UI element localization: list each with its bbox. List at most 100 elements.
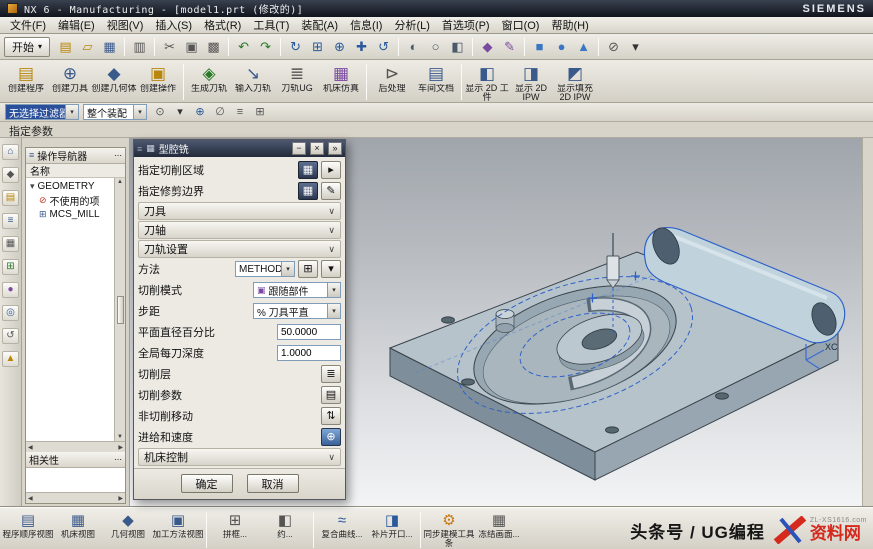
dialog-title-bar[interactable]: ≡ ▦ 型腔铣 − × » bbox=[134, 140, 345, 157]
edit-method-button[interactable]: ▾ bbox=[321, 260, 341, 278]
scroll-up-icon[interactable]: ▲ bbox=[117, 179, 123, 185]
hd3d-tools-button[interactable]: ● bbox=[2, 282, 19, 298]
constraint-button[interactable]: ◧约... bbox=[260, 510, 310, 548]
machine-simulation-button[interactable]: ▦机床仿真 bbox=[319, 62, 363, 103]
cutting-parameters-button[interactable]: ▤ bbox=[321, 386, 341, 404]
combo-arrow-icon[interactable]: ▾ bbox=[327, 283, 340, 297]
drag-handle-icon[interactable]: ≡ bbox=[137, 144, 142, 154]
pan-button[interactable]: ✚ bbox=[351, 36, 372, 57]
cut-levels-button[interactable]: ≣ bbox=[321, 365, 341, 383]
more-icon[interactable]: ⋯ bbox=[114, 455, 122, 464]
feeds-speeds-button[interactable]: ⊕ bbox=[321, 428, 341, 446]
synchronous-modeling-button[interactable]: ⚙同步建模工具条 bbox=[424, 510, 474, 548]
machine-control-section-header[interactable]: 机床控制 ∨ bbox=[138, 448, 341, 466]
combo-arrow-icon[interactable]: ▾ bbox=[65, 105, 78, 119]
combo-arrow-icon[interactable]: ▾ bbox=[133, 105, 146, 119]
close-icon[interactable]: × bbox=[310, 142, 324, 155]
menu-item-9[interactable]: 分析(L) bbox=[388, 16, 435, 34]
extrude-button[interactable]: ■ bbox=[529, 36, 550, 57]
method-combo[interactable]: METHOD ▾ bbox=[235, 261, 295, 277]
hide-button[interactable]: ⊘ bbox=[603, 36, 624, 57]
shaded-button[interactable]: ◐ bbox=[403, 36, 424, 57]
vertical-scrollbar[interactable]: ▲ ▼ bbox=[114, 178, 125, 441]
show-filled-2d-ipw-button[interactable]: ◩显示填充 2D IPW bbox=[553, 62, 597, 103]
menu-item-3[interactable]: 视图(V) bbox=[101, 16, 150, 34]
menu-item-1[interactable]: 文件(F) bbox=[4, 16, 52, 34]
select-trim-boundary-button[interactable]: ▦ bbox=[298, 182, 318, 200]
input-toolpath-button[interactable]: ↘输入刀轨 bbox=[231, 62, 275, 103]
assembly-navigator-button[interactable]: ⌂ bbox=[2, 144, 19, 160]
combo-arrow-icon[interactable]: ▾ bbox=[327, 304, 340, 318]
cut-pattern-combo[interactable]: ▣ 跟随部件 ▾ bbox=[253, 282, 341, 298]
menu-item-11[interactable]: 窗口(O) bbox=[496, 16, 546, 34]
more-icon[interactable]: ⋯ bbox=[114, 151, 122, 160]
scrollbar-thumb[interactable] bbox=[117, 296, 124, 324]
menu-item-10[interactable]: 首选项(P) bbox=[436, 16, 496, 34]
create-operation-button[interactable]: ▣创建操作 bbox=[136, 62, 180, 103]
combo-arrow-icon[interactable]: ▾ bbox=[281, 262, 294, 276]
geometry-node[interactable]: ▾GEOMETRY bbox=[26, 179, 114, 193]
grid-button[interactable]: ⊞ bbox=[251, 104, 269, 120]
path-settings-section-header[interactable]: 刀轨设置 ∨ bbox=[138, 240, 341, 258]
geometry-view-button[interactable]: ◆几何视图 bbox=[103, 510, 153, 548]
magnify-button[interactable]: ⊕ bbox=[191, 104, 209, 120]
menu-item-5[interactable]: 格式(R) bbox=[198, 16, 247, 34]
constraint-navigator-button[interactable]: ◆ bbox=[2, 167, 19, 183]
scroll-right-icon[interactable]: ▶ bbox=[118, 495, 123, 502]
part-navigator-button[interactable]: ▤ bbox=[2, 190, 19, 206]
stepover-combo[interactable]: % 刀具平直 ▾ bbox=[253, 303, 341, 319]
dependencies-header[interactable]: 相关性 ⋯ bbox=[26, 452, 125, 468]
create-geometry-button[interactable]: ◆创建几何体 bbox=[92, 62, 136, 103]
frame-button[interactable]: ⊞拼框... bbox=[210, 510, 260, 548]
menu-item-7[interactable]: 装配(A) bbox=[295, 16, 344, 34]
measure-button[interactable]: ∅ bbox=[211, 104, 229, 120]
composite-curve-button[interactable]: ≈复合曲线... bbox=[317, 510, 367, 548]
horizontal-scrollbar[interactable]: ◀ ▶ bbox=[26, 492, 125, 503]
reuse-library-button[interactable]: ⊞ bbox=[2, 259, 19, 275]
menu-item-8[interactable]: 信息(I) bbox=[344, 16, 388, 34]
operation-navigator-button[interactable]: ≡ bbox=[2, 213, 19, 229]
open-button[interactable]: ▱ bbox=[77, 36, 98, 57]
create-tool-button[interactable]: ⊕创建刀具 bbox=[48, 62, 92, 103]
scroll-down-icon[interactable]: ▼ bbox=[117, 434, 123, 440]
show-2d-workpiece-button[interactable]: ◧显示 2D 工件 bbox=[465, 62, 509, 103]
mcs-mill-node[interactable]: ⊞MCS_MILL bbox=[26, 207, 114, 221]
scroll-left-icon[interactable]: ◀ bbox=[28, 444, 33, 451]
selection-scope-combo[interactable]: 整个装配 ▾ bbox=[83, 104, 147, 120]
redo-button[interactable]: ↷ bbox=[255, 36, 276, 57]
list-toolpath-button[interactable]: ≣刀轨UG bbox=[275, 62, 319, 103]
layers-button[interactable]: ≡ bbox=[231, 104, 249, 120]
cut-button[interactable]: ✂ bbox=[159, 36, 180, 57]
unused-items-node[interactable]: ⊘不使用的项 bbox=[26, 193, 114, 207]
rotate-view-button[interactable]: ↺ bbox=[373, 36, 394, 57]
select-cut-area-button[interactable]: ▦ bbox=[298, 161, 318, 179]
cone-button[interactable]: ▲ bbox=[573, 36, 594, 57]
start-button[interactable]: 开始 ▾ bbox=[4, 37, 50, 57]
machine-navigator-button[interactable]: ▦ bbox=[2, 236, 19, 252]
minimize-button[interactable]: − bbox=[292, 142, 306, 155]
tool-axis-section-header[interactable]: 刀轴 ∨ bbox=[138, 221, 341, 239]
detach-button[interactable]: » bbox=[328, 142, 342, 155]
datum-button[interactable]: ◆ bbox=[477, 36, 498, 57]
edit-trim-boundary-button[interactable]: ✎ bbox=[321, 182, 341, 200]
snap-point-button[interactable]: ⊙ bbox=[151, 104, 169, 120]
wireframe-button[interactable]: ○ bbox=[425, 36, 446, 57]
machining-method-view-button[interactable]: ▣加工方法视图 bbox=[153, 510, 203, 548]
horizontal-scrollbar[interactable]: ◀ ▶ bbox=[26, 441, 125, 452]
postprocess-button[interactable]: ⊳后处理 bbox=[370, 62, 414, 103]
ok-button[interactable]: 确定 bbox=[181, 474, 233, 493]
new-button[interactable]: ▤ bbox=[55, 36, 76, 57]
title-bar[interactable]: NX 6 - Manufacturing - [model1.prt (修改的)… bbox=[0, 0, 873, 17]
navigator-header[interactable]: ≡ 操作导航器 ⋯ bbox=[26, 148, 125, 164]
paste-button[interactable]: ▩ bbox=[203, 36, 224, 57]
tool-section-header[interactable]: 刀具 ∨ bbox=[138, 202, 341, 220]
more-commands-button[interactable]: ▾ bbox=[625, 36, 646, 57]
undo-button[interactable]: ↶ bbox=[233, 36, 254, 57]
non-cutting-moves-button[interactable]: ⇅ bbox=[321, 407, 341, 425]
percent-flat-input[interactable] bbox=[277, 324, 341, 340]
save-button[interactable]: ▦ bbox=[99, 36, 120, 57]
roles-button[interactable]: ▲ bbox=[2, 351, 19, 367]
sketch-button[interactable]: ✎ bbox=[499, 36, 520, 57]
scroll-right-icon[interactable]: ▶ bbox=[118, 444, 123, 451]
cancel-button[interactable]: 取消 bbox=[247, 474, 299, 493]
